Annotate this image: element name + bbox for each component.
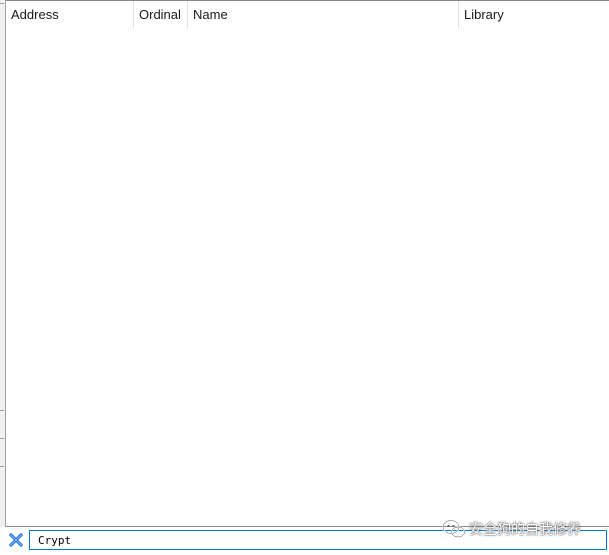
clear-search-button[interactable] (8, 532, 24, 548)
column-header-address[interactable]: Address (6, 1, 134, 29)
list-body[interactable] (6, 29, 609, 526)
splitter-tick (0, 438, 4, 439)
imports-window: Address Ordinal Name Library 安全狗的自我修养 (0, 0, 609, 555)
imports-list[interactable]: Address Ordinal Name Library (6, 0, 609, 527)
splitter-tick (0, 410, 4, 411)
search-bar (0, 527, 609, 555)
splitter-tick (0, 3, 4, 4)
column-header-library[interactable]: Library (459, 1, 609, 29)
column-header-name[interactable]: Name (188, 1, 459, 29)
list-header: Address Ordinal Name Library (6, 1, 609, 29)
blue-x-icon (9, 533, 23, 547)
search-input[interactable] (29, 530, 607, 550)
column-header-ordinal[interactable]: Ordinal (134, 1, 188, 29)
splitter-tick (0, 466, 4, 467)
